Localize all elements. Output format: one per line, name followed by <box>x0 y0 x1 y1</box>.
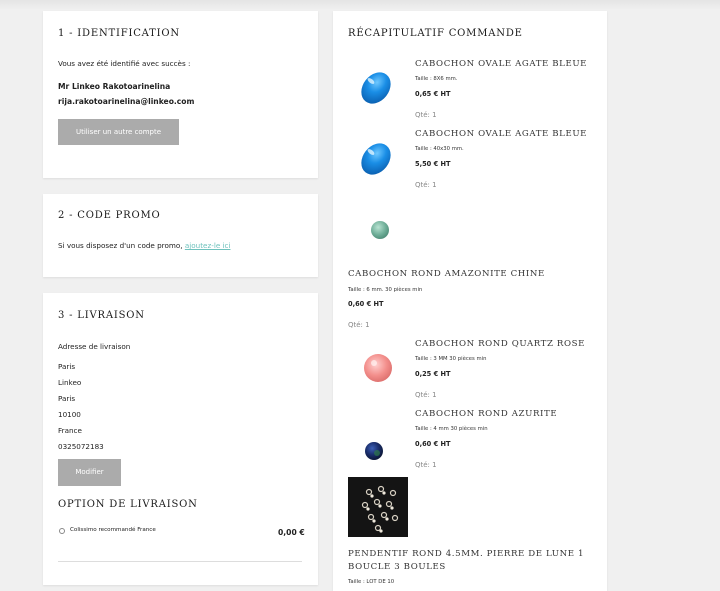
delivery-option-label: Colissimo recommandé France <box>70 527 156 533</box>
product-thumbnail <box>348 477 408 537</box>
delivery-divider <box>58 561 302 562</box>
item-size: Taille : 8X6 mm. <box>415 76 458 82</box>
order-summary-title: RÉCAPITULATIF COMMANDE <box>348 28 523 39</box>
delivery-title: 3 - LIVRAISON <box>58 310 145 321</box>
address-line: France <box>58 426 82 435</box>
product-thumbnail <box>348 338 408 398</box>
item-size: Taille : 6 mm. 30 pièces min <box>348 287 423 293</box>
user-name: Mr Linkeo Rakotoarinelina <box>58 82 171 91</box>
item-size: Taille : 4 mm 30 pièces min <box>415 426 488 432</box>
blue-agate-oval-icon <box>361 72 391 104</box>
promo-text: Si vous disposez d'un code promo, <box>58 241 183 250</box>
item-name: CABOCHON ROND QUARTZ ROSE <box>415 339 585 349</box>
item-price: 0,60 € HT <box>348 300 384 308</box>
other-account-button[interactable]: Utiliser un autre compte <box>58 119 179 145</box>
modify-address-button[interactable]: Modifier <box>58 459 121 486</box>
promo-card: 2 - CODE PROMO Si vous disposez d'un cod… <box>43 194 318 277</box>
address-line: Paris <box>58 394 76 403</box>
item-size: Taille : 40x30 mm. <box>415 146 464 152</box>
item-name-line2: BOUCLE 3 BOULES <box>348 562 446 572</box>
blue-agate-oval-icon <box>361 143 391 175</box>
item-name: CABOCHON ROND AMAZONITE CHINE <box>348 269 545 279</box>
item-qty: Qté: 1 <box>415 461 437 469</box>
item-qty: Qté: 1 <box>348 321 370 329</box>
delivery-option-title: OPTION DE LIVRAISON <box>58 499 198 510</box>
moonstone-pendant-icon <box>361 485 399 533</box>
rose-quartz-round-icon <box>364 354 392 382</box>
address-line: 10100 <box>58 410 81 419</box>
user-email: rija.rakotoarinelina@linkeo.com <box>58 97 195 106</box>
item-price: 0,60 € HT <box>415 440 451 448</box>
order-summary-card: RÉCAPITULATIF COMMANDE CABOCHON OVALE AG… <box>333 11 607 591</box>
item-qty: Qté: 1 <box>415 391 437 399</box>
address-line: Linkeo <box>58 378 82 387</box>
delivery-option-radio[interactable] <box>59 528 65 534</box>
delivery-address: Paris Linkeo Paris 10100 France 03250721… <box>58 362 104 458</box>
item-price: 5,50 € HT <box>415 160 451 168</box>
top-shade <box>0 0 720 10</box>
promo-text-row: Si vous disposez d'un code promo, ajoute… <box>58 241 230 250</box>
address-label: Adresse de livraison <box>58 342 131 351</box>
item-name: CABOCHON OVALE AGATE BLEUE <box>415 59 588 69</box>
delivery-card: 3 - LIVRAISON Adresse de livraison Paris… <box>43 293 318 585</box>
amazonite-round-icon <box>371 221 389 239</box>
promo-title: 2 - CODE PROMO <box>58 210 161 221</box>
item-name: CABOCHON ROND AZURITE <box>415 409 558 419</box>
item-name: CABOCHON OVALE AGATE BLEUE <box>415 129 588 139</box>
item-qty: Qté: 1 <box>415 111 437 119</box>
item-name-line1: PENDENTIF ROND 4.5MM. PIERRE DE LUNE 1 <box>348 549 585 559</box>
product-thumbnail <box>348 408 408 468</box>
address-line: Paris <box>58 362 76 371</box>
azurite-round-icon <box>365 442 383 460</box>
item-price: 0,65 € HT <box>415 90 451 98</box>
identification-card: 1 - IDENTIFICATION Vous avez été identif… <box>43 11 318 178</box>
product-thumbnail <box>348 57 408 117</box>
item-price: 0,25 € HT <box>415 370 451 378</box>
item-qty: Qté: 1 <box>415 181 437 189</box>
item-size: Taille : LOT DE 10 <box>348 579 395 585</box>
address-line: 0325072183 <box>58 442 104 451</box>
identification-title: 1 - IDENTIFICATION <box>58 28 180 39</box>
delivery-option-price: 0,00 € <box>278 528 305 537</box>
add-promo-link[interactable]: ajoutez-le ici <box>185 241 231 250</box>
identification-success-text: Vous avez été identifié avec succès : <box>58 59 191 68</box>
product-thumbnail <box>348 198 408 258</box>
item-size: Taille : 3 MM 30 pièces min <box>415 356 487 362</box>
product-thumbnail <box>348 128 408 188</box>
